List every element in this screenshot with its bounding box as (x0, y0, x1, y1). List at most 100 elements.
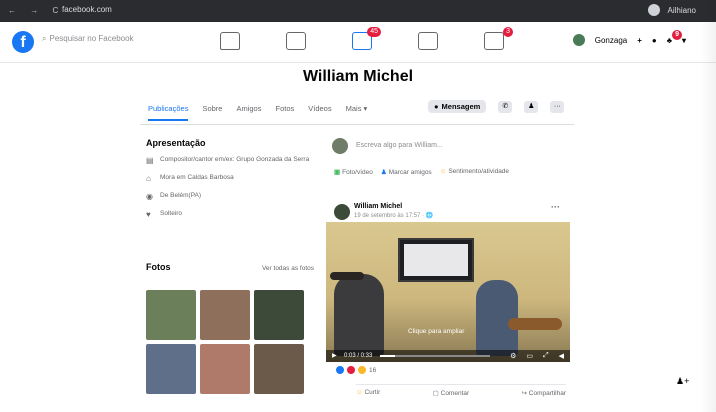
intro-item: ▤ Compositor/cantor em/ex: Grupo Gonzada… (146, 156, 316, 165)
feeling-button[interactable]: ☺ Sentimento/atividade (440, 168, 509, 176)
reactions-summary[interactable]: 16 (336, 366, 376, 374)
browser-profile-label[interactable]: Ailhiano (668, 6, 696, 15)
photo-thumbnail[interactable] (254, 290, 304, 340)
groups-icon[interactable]: 3 (484, 27, 513, 50)
photo-thumbnail[interactable] (146, 344, 196, 394)
volume-icon[interactable]: ◀ (559, 352, 564, 360)
tag-friends-button[interactable]: ♟ Marcar amigos (381, 168, 432, 176)
share-icon: ↪ (521, 390, 529, 397)
heart-icon: ♥ (146, 210, 151, 219)
photo-thumbnail[interactable] (200, 344, 250, 394)
intro-title: Apresentação (146, 138, 206, 148)
tab-about[interactable]: Sobre (202, 104, 222, 121)
browser-nav-buttons[interactable]: ← → C (8, 6, 64, 15)
browser-right-controls: Ailhiano (647, 4, 696, 16)
fullscreen-icon[interactable]: ⤢ (543, 352, 549, 360)
post-author[interactable]: William Michel (354, 203, 402, 210)
share-label: Compartilhar (528, 390, 566, 397)
tag-icon: ♟ (380, 169, 387, 176)
like-button[interactable]: ☺ Curtir (356, 389, 380, 397)
facebook-logo-icon[interactable]: f (12, 31, 34, 53)
profile-actions: ● Mensagem ✆ ♟ ··· (428, 100, 565, 113)
smiley-icon: ☺ (439, 168, 447, 175)
address-bar[interactable]: facebook.com (62, 5, 112, 14)
search-input[interactable]: ⌕ Pesquisar no Facebook (42, 34, 134, 44)
profile-name: William Michel (302, 68, 414, 85)
call-icon[interactable]: ✆ (498, 100, 513, 113)
briefcase-icon: ▤ (146, 156, 154, 165)
location-icon: ◉ (146, 192, 153, 201)
page: ← → C facebook.com Ailhiano f ⌕ Pesquisa… (0, 0, 716, 412)
watch-badge: 45 (367, 27, 381, 37)
video-progress-fill (380, 355, 396, 357)
intro-item: ◉ De Belém(PA) (146, 192, 316, 201)
post-options-icon[interactable]: ··· (551, 202, 560, 212)
pip-icon[interactable]: ▭ (526, 352, 533, 360)
photo-icon: ▣ (334, 169, 341, 176)
main-nav: 45 3 (220, 27, 513, 50)
feeling-label: Sentimento/atividade (448, 168, 510, 175)
messenger-icon[interactable]: ● (652, 36, 657, 45)
flag-icon[interactable] (286, 32, 306, 50)
haha-reaction-icon (358, 366, 366, 374)
tab-videos[interactable]: Vídeos (308, 104, 331, 121)
tv-screen-display (404, 244, 468, 276)
photo-thumbnail[interactable] (254, 344, 304, 394)
comment-button[interactable]: ▢ Comentar (433, 389, 470, 397)
comment-icon: ▢ (432, 390, 441, 397)
tab-posts[interactable]: Publicações (148, 104, 189, 121)
notifications-icon[interactable]: ♣ 9 (667, 29, 682, 45)
comment-label: Comentar (440, 390, 470, 397)
photos-title: Fotos (146, 262, 171, 272)
play-icon[interactable]: ▶ (332, 352, 337, 359)
tab-more[interactable]: Mais ▾ (346, 104, 368, 121)
new-chat-icon[interactable]: ♟+ (676, 376, 689, 387)
composer-input[interactable]: Escreva algo para William... (356, 142, 443, 149)
more-options-icon[interactable]: ··· (550, 100, 565, 113)
tag-friends-label: Marcar amigos (388, 169, 432, 176)
create-icon[interactable]: + (637, 36, 642, 45)
composer-actions: ▣ Foto/vídeo ♟ Marcar amigos ☺ Sentimento/a… (334, 168, 509, 176)
like-reaction-icon (336, 366, 344, 374)
video-controls: ▶ 0:03 / 0:33 ⚙ ▭ ⤢ ◀ (326, 350, 570, 362)
photo-video-button[interactable]: ▣ Foto/vídeo (334, 168, 373, 176)
account-name[interactable]: Gonzaga (595, 36, 627, 45)
video-player[interactable]: Clique para ampliar ▶ 0:03 / 0:33 ⚙ ▭ ⤢ … (326, 222, 570, 362)
settings-icon[interactable]: ⚙ (510, 352, 516, 360)
video-person-left (334, 274, 384, 356)
video-caption: Clique para ampliar (408, 328, 465, 335)
avatar[interactable] (572, 34, 585, 46)
marketplace-icon[interactable] (418, 32, 438, 50)
intro-item-text: Compositor/cantor em/ex: Grupo Gonzada d… (160, 156, 310, 163)
avatar[interactable] (334, 204, 350, 220)
home-icon[interactable] (220, 32, 240, 50)
profile-tabs: Publicações Sobre Amigos Fotos Vídeos Ma… (148, 104, 367, 121)
tv-screen (398, 238, 474, 282)
video-time: 0:03 / 0:33 (344, 353, 373, 359)
message-button[interactable]: ● Mensagem (428, 100, 487, 113)
see-all-photos-link[interactable]: Ver todas as fotos (262, 265, 314, 272)
groups-badge: 3 (503, 27, 513, 37)
share-button[interactable]: ↪ Compartilhar (522, 389, 566, 397)
photos-section: Fotos Ver todas as fotos (146, 262, 314, 394)
tabs-divider (140, 124, 574, 125)
photo-thumbnail[interactable] (146, 290, 196, 340)
intro-section: Apresentação ▤ Compositor/cantor em/ex: … (146, 138, 316, 228)
messenger-icon: ● (434, 102, 439, 111)
video-guitar (508, 318, 562, 330)
browser-profile-icon[interactable] (647, 4, 660, 16)
intro-item: ⌂ Mora em Caldas Barbosa (146, 174, 316, 183)
tab-friends[interactable]: Amigos (236, 104, 261, 121)
photo-thumbnail[interactable] (200, 290, 250, 340)
intro-item-text: Mora em Caldas Barbosa (160, 174, 234, 181)
friend-icon[interactable]: ♟ (524, 100, 539, 113)
account-menu-icon[interactable]: ▾ (682, 36, 686, 45)
watch-icon[interactable]: 45 (352, 27, 381, 50)
video-progress-bar[interactable] (380, 355, 490, 357)
love-reaction-icon (347, 366, 355, 374)
search-placeholder: Pesquisar no Facebook (49, 34, 134, 43)
tab-photos[interactable]: Fotos (275, 104, 294, 121)
feed-post: William Michel 19 de setembro às 17:57 ·… (326, 196, 572, 410)
notifications-badge: 9 (672, 29, 682, 40)
reactions-count: 16 (369, 366, 377, 374)
